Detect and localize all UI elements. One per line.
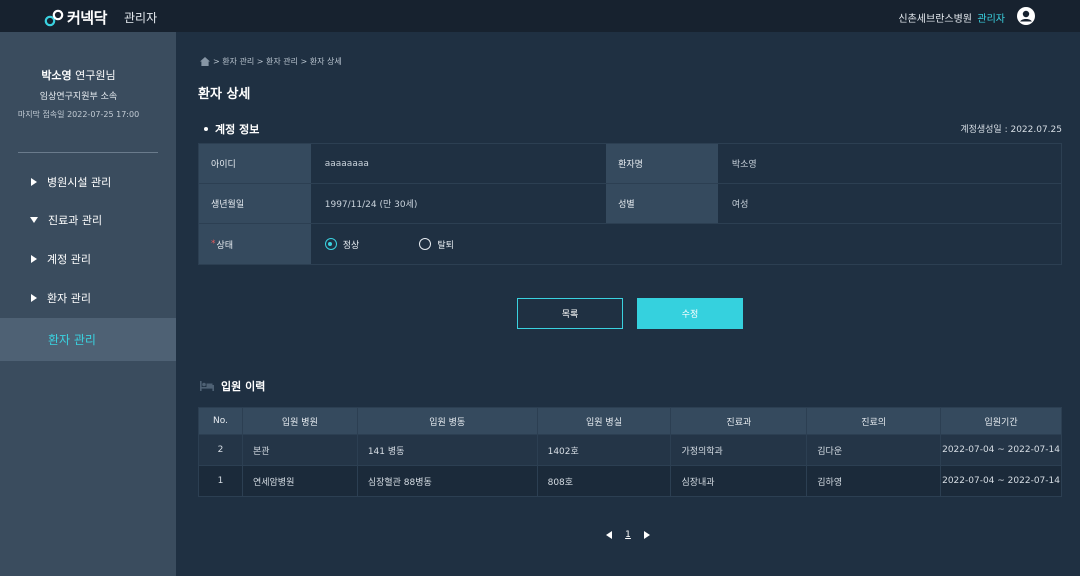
edit-button[interactable]: 수정	[637, 298, 743, 329]
sidebar: 박소영 연구원님 임상연구지원부 소속 마지막 접속일 2022-07-25 1…	[0, 32, 176, 576]
sidebar-item-facility[interactable]: 병원시설 관리	[0, 162, 176, 202]
table-row[interactable]: 2 본관 141 병동 1402호 가정의학과 김다운 2022-07-04 ~…	[198, 434, 1062, 466]
bullet-icon	[204, 127, 208, 131]
sidebar-item-label: 계정 관리	[47, 253, 91, 266]
status-radio-normal[interactable]: 정상	[324, 238, 360, 251]
caret-right-icon	[31, 178, 37, 186]
status-option-label: 탈퇴	[437, 240, 454, 251]
gender-value: 여성	[717, 184, 1061, 223]
user-role[interactable]: 관리자	[977, 10, 1005, 25]
breadcrumb: > 환자 관리 > 환자 관리 > 환자 상세	[200, 56, 342, 67]
col-department: 진료과	[670, 407, 808, 435]
sidebar-item-label: 병원시설 관리	[47, 176, 112, 189]
cell-doctor: 김하영	[806, 465, 942, 497]
breadcrumb-path: > 환자 관리 > 환자 관리 > 환자 상세	[213, 57, 342, 66]
table-row[interactable]: 1 연세암병원 심장혈관 88병동 808호 심장내과 김하영 2022-07-…	[198, 465, 1062, 497]
col-period: 입원기간	[940, 407, 1062, 435]
cell-no: 1	[198, 465, 243, 497]
cell-ward: 심장혈관 88병동	[356, 465, 538, 497]
col-hospital: 입원 병원	[241, 407, 358, 435]
gender-label: 성별	[606, 184, 718, 223]
link-logo-icon	[44, 9, 64, 26]
sidebar-item-label: 환자 관리	[47, 292, 91, 305]
col-room: 입원 병실	[536, 407, 672, 435]
sidebar-item-label: 진료과 관리	[48, 214, 103, 227]
cell-department: 심장내과	[670, 465, 808, 497]
prev-page-icon[interactable]	[606, 531, 613, 539]
account-section-label: 계정 정보	[215, 123, 260, 136]
radio-checked-icon	[324, 238, 337, 250]
profile-user-title: 연구원님	[71, 69, 116, 82]
hospital-bed-icon	[200, 381, 214, 391]
id-value: aaaaaaaa	[310, 144, 607, 183]
cell-ward: 141 병동	[356, 434, 538, 466]
user-avatar-icon[interactable]	[1017, 7, 1035, 25]
cell-period: 2022-07-04 ~ 2022-07-14	[940, 434, 1062, 466]
cell-period: 2022-07-04 ~ 2022-07-14	[940, 465, 1062, 497]
next-page-icon[interactable]	[643, 531, 650, 539]
radio-unchecked-icon	[419, 238, 432, 250]
history-section-label: 입원 이력	[221, 380, 266, 393]
birth-value: 1997/11/24 (만 30세)	[310, 184, 607, 223]
admin-label: 관리자	[124, 11, 158, 25]
required-mark: *	[211, 239, 216, 249]
status-label: 상태	[216, 240, 234, 251]
admission-history-table: No. 입원 병원 입원 병동 입원 병실 진료과 진료의 입원기간 2 본관 …	[198, 407, 1062, 497]
patient-name-value: 박소영	[717, 144, 1061, 183]
info-row-birth: 생년월일 1997/11/24 (만 30세) 성별 여성	[199, 184, 1061, 224]
profile-name: 박소영 연구원님	[0, 67, 157, 83]
history-section-title: 입원 이력	[200, 378, 265, 394]
account-created-date: 계정생성일 : 2022.07.25	[960, 125, 1062, 135]
status-radio-withdrawn[interactable]: 탈퇴	[419, 238, 454, 251]
sidebar-item-account[interactable]: 계정 관리	[0, 239, 176, 279]
list-button[interactable]: 목록	[517, 298, 623, 329]
cell-no: 2	[198, 434, 243, 466]
caret-right-icon	[31, 294, 37, 302]
sidebar-item-patient[interactable]: 환자 관리	[0, 278, 176, 318]
cell-hospital: 연세암병원	[241, 465, 358, 497]
sidebar-item-label: 환자 관리	[48, 333, 96, 347]
cell-doctor: 김다운	[806, 434, 942, 466]
cell-hospital: 본관	[241, 434, 358, 466]
logo-text: 커넥닥	[67, 9, 107, 27]
sidebar-divider	[18, 152, 158, 153]
cell-room: 1402호	[536, 434, 672, 466]
id-label: 아이디	[199, 144, 311, 183]
status-option-label: 정상	[342, 240, 360, 251]
sidebar-item-department[interactable]: 진료과 관리	[0, 200, 176, 240]
col-ward: 입원 병동	[356, 407, 538, 435]
birth-label: 생년월일	[199, 184, 311, 223]
top-bar: 커넥닥 관리자 신촌세브란스병원 관리자	[0, 0, 1080, 32]
hospital-name: 신촌세브란스병원	[898, 14, 972, 25]
profile-user-name: 박소영	[41, 69, 72, 82]
page-title: 환자 상세	[198, 87, 251, 102]
status-options: 정상 탈퇴	[310, 224, 1061, 264]
account-section-title: 계정 정보	[204, 121, 259, 137]
info-row-id: 아이디 aaaaaaaa 환자명 박소영	[199, 144, 1061, 184]
col-doctor: 진료의	[806, 407, 942, 435]
caret-right-icon	[31, 255, 37, 263]
col-no: No.	[198, 407, 243, 435]
table-header-row: No. 입원 병원 입원 병동 입원 병실 진료과 진료의 입원기간	[198, 407, 1062, 435]
status-label-cell: * 상태	[199, 224, 311, 264]
account-info-table: 아이디 aaaaaaaa 환자명 박소영 생년월일 1997/11/24 (만 …	[198, 143, 1062, 265]
cell-department: 가정의학과	[670, 434, 808, 466]
home-icon[interactable]	[200, 57, 210, 66]
patient-name-label: 환자명	[606, 144, 718, 183]
sidebar-subitem-patient[interactable]: 환자 관리	[0, 318, 176, 361]
info-row-status: * 상태 정상 탈퇴	[199, 224, 1061, 264]
logo[interactable]: 커넥닥	[44, 7, 107, 28]
page-number[interactable]: 1	[625, 530, 631, 540]
caret-down-icon	[30, 217, 38, 223]
profile-department: 임상연구지원부 소속	[39, 92, 118, 102]
profile-last-login: 마지막 접속일 2022-07-25 17:00	[17, 110, 140, 119]
cell-room: 808호	[536, 465, 672, 497]
pagination: 1	[0, 530, 1080, 540]
